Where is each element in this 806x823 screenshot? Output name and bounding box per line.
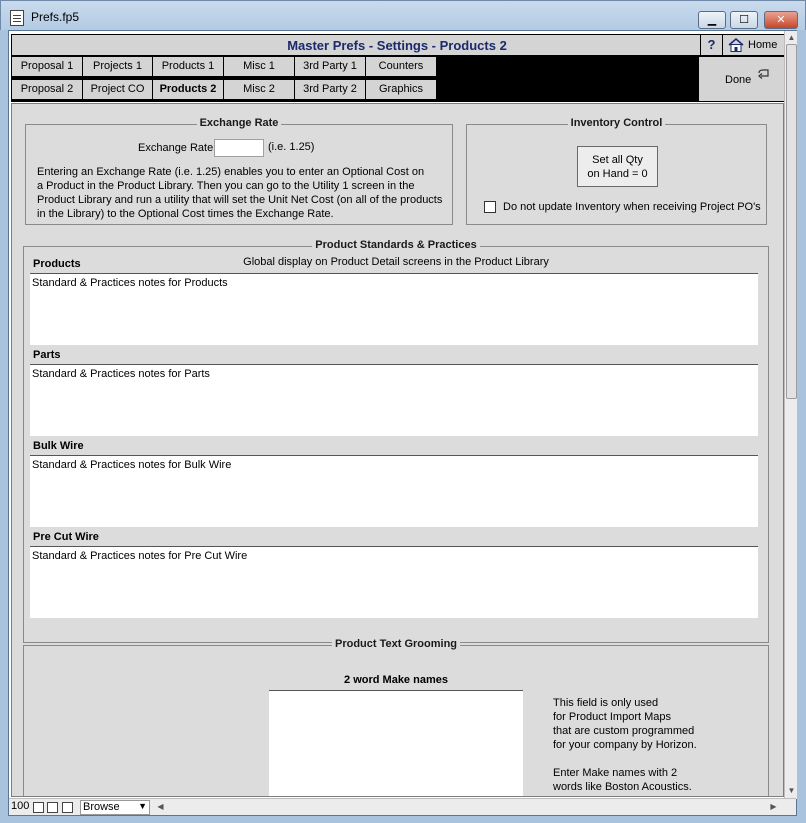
exchange-rate-group: Exchange Rate Exchange Rate (i.e. 1.25) … bbox=[25, 117, 453, 225]
exchange-rate-input[interactable] bbox=[214, 139, 264, 157]
bulk-wire-section-label: Bulk Wire bbox=[33, 440, 84, 452]
make-names-info: This field is only used for Product Impo… bbox=[553, 697, 697, 793]
scroll-thumb[interactable] bbox=[786, 44, 797, 399]
exchange-rate-hint: (i.e. 1.25) bbox=[268, 141, 315, 153]
layout-header: Master Prefs - Settings - Products 2 ? H… bbox=[11, 34, 795, 56]
tab-counters[interactable]: Counters bbox=[365, 56, 437, 77]
zoom-in-icon[interactable] bbox=[47, 802, 58, 813]
exchange-rate-title: Exchange Rate bbox=[196, 117, 282, 129]
tab-misc-2[interactable]: Misc 2 bbox=[223, 79, 295, 100]
set-all-qty-button[interactable]: Set all Qty on Hand = 0 bbox=[577, 146, 658, 187]
no-update-inventory-checkbox[interactable] bbox=[484, 201, 496, 213]
inventory-control-group: Inventory Control Set all Qty on Hand = … bbox=[466, 117, 767, 225]
home-label: Home bbox=[748, 39, 778, 51]
window-title: Prefs.fp5 bbox=[31, 10, 80, 24]
tab-products-1[interactable]: Products 1 bbox=[152, 56, 224, 77]
tab-project-co[interactable]: Project CO bbox=[82, 79, 153, 100]
content-area: Exchange Rate Exchange Rate (i.e. 1.25) … bbox=[11, 103, 784, 797]
chevron-down-icon: ▼ bbox=[138, 801, 147, 811]
done-label: Done bbox=[725, 74, 752, 86]
scroll-right-icon[interactable]: ▶ bbox=[767, 800, 780, 813]
tab-misc-1[interactable]: Misc 1 bbox=[223, 56, 295, 77]
tab-3rd-party-1[interactable]: 3rd Party 1 bbox=[294, 56, 366, 77]
window-client: Master Prefs - Settings - Products 2 ? H… bbox=[8, 30, 797, 816]
home-button[interactable]: Home bbox=[722, 35, 792, 55]
window-titlebar: Prefs.fp5 ▁ ☐ ✕ bbox=[0, 0, 806, 30]
no-update-inventory-label: Do not update Inventory when receiving P… bbox=[503, 201, 761, 213]
scroll-up-icon[interactable]: ▲ bbox=[785, 31, 798, 44]
mode-select[interactable]: Browse ▼ bbox=[80, 800, 150, 815]
page-title: Master Prefs - Settings - Products 2 bbox=[287, 38, 507, 53]
grooming-title: Product Text Grooming bbox=[331, 638, 461, 650]
status-toggle-icon[interactable] bbox=[62, 802, 73, 813]
parts-section-label: Parts bbox=[33, 349, 61, 361]
inventory-control-title: Inventory Control bbox=[567, 117, 666, 129]
return-arrow-icon bbox=[758, 69, 769, 79]
standards-subtitle: Global display on Product Detail screens… bbox=[243, 256, 549, 268]
done-button[interactable]: Done bbox=[698, 56, 795, 102]
exchange-rate-label: Exchange Rate bbox=[138, 142, 214, 154]
standards-group: Product Standards & Practices Global dis… bbox=[23, 239, 769, 643]
tab-products-2[interactable]: Products 2 bbox=[152, 79, 224, 100]
document-icon bbox=[10, 10, 24, 26]
standards-title: Product Standards & Practices bbox=[312, 239, 480, 251]
parts-notes-field[interactable]: Standard & Practices notes for Parts bbox=[30, 364, 758, 436]
tab-projects-1[interactable]: Projects 1 bbox=[82, 56, 153, 77]
tab-proposal-1[interactable]: Proposal 1 bbox=[11, 56, 83, 77]
vertical-scrollbar[interactable]: ▲ ▼ bbox=[784, 31, 797, 799]
help-button[interactable]: ? bbox=[700, 35, 722, 55]
tab-proposal-2[interactable]: Proposal 2 bbox=[11, 79, 83, 100]
grooming-group: Product Text Grooming 2 word Make names … bbox=[23, 638, 769, 796]
close-button[interactable]: ✕ bbox=[764, 11, 798, 29]
tab-graphics[interactable]: Graphics bbox=[365, 79, 437, 100]
status-bar: 100 Browse ▼ ◀ ▶ bbox=[9, 798, 796, 815]
make-names-input[interactable] bbox=[269, 690, 523, 796]
products-notes-field[interactable]: Standard & Practices notes for Products bbox=[30, 273, 758, 345]
zoom-level[interactable]: 100 bbox=[11, 800, 29, 812]
tab-bar: Proposal 1 Projects 1 Products 1 Misc 1 … bbox=[11, 56, 701, 102]
products-section-label: Products bbox=[33, 258, 81, 270]
pre-cut-wire-notes-field[interactable]: Standard & Practices notes for Pre Cut W… bbox=[30, 546, 758, 618]
make-names-label: 2 word Make names bbox=[344, 674, 448, 686]
minimize-button[interactable]: ▁ bbox=[698, 11, 726, 29]
bulk-wire-notes-field[interactable]: Standard & Practices notes for Bulk Wire bbox=[30, 455, 758, 527]
zoom-out-icon[interactable] bbox=[33, 802, 44, 813]
scroll-down-icon[interactable]: ▼ bbox=[785, 784, 798, 797]
tab-3rd-party-2[interactable]: 3rd Party 2 bbox=[294, 79, 366, 100]
pre-cut-wire-section-label: Pre Cut Wire bbox=[33, 531, 99, 543]
home-icon bbox=[728, 38, 744, 52]
scroll-left-icon[interactable]: ◀ bbox=[154, 800, 167, 813]
maximize-button[interactable]: ☐ bbox=[730, 11, 758, 29]
exchange-rate-description: Entering an Exchange Rate (i.e. 1.25) en… bbox=[37, 166, 443, 220]
